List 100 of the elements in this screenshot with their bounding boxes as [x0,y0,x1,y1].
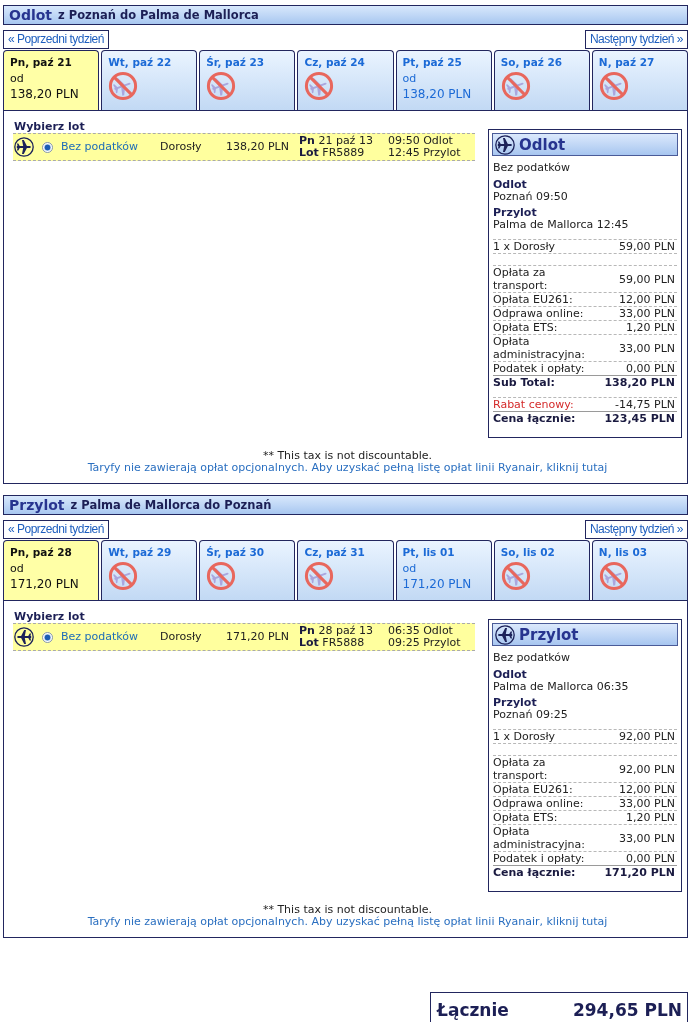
price-amount: 92,00 PLN [619,730,675,743]
price-amount: 0,00 PLN [626,362,675,375]
flight-date: Pn 21 paź 13 [299,135,374,147]
price-amount: 0,00 PLN [626,852,675,865]
plane-icon [14,627,34,647]
price-label: Opłata ETS: [493,321,559,334]
price-label: Cena łącznie: [493,866,577,879]
no-flights-icon [500,561,531,591]
route-title: z Palma de Mallorca do Poznań [70,497,272,514]
price-amount: 59,00 PLN [619,240,675,253]
no-flights-icon [304,561,335,591]
price-label: 1 x Dorosły [493,240,557,253]
date-tab[interactable]: Pn, paź 21 od 138,20 PLN [3,50,100,110]
passenger-type: Dorosły [160,141,203,153]
date-tab[interactable]: Wt, paź 29 [101,540,198,600]
fare-type: Bez podatków [493,162,572,174]
fare-type: Bez podatków [493,652,572,664]
price-label: Opłata administracyjna: [493,335,586,361]
no-flights-icon [304,71,335,101]
flight-number: Lot FR5889 [299,147,366,159]
arrival-time: 12:45 Przylot [388,147,462,159]
date-tab[interactable]: So, lis 02 [493,540,590,600]
no-flights-icon [598,561,629,591]
next-week-button[interactable]: Następny tydzień » [584,520,688,539]
price-amount: 33,00 PLN [619,831,675,845]
date-tab[interactable]: N, paź 27 [591,50,688,110]
fees-link[interactable]: Taryfy nie zawierają opłat opcjonalnych. Aby uzyskać pełną listę opłat linii Ryanair, kliknij tutaj [87,462,608,474]
no-flights-icon [108,561,139,591]
radio-button[interactable] [42,631,53,643]
price-label: Odprawa online: [493,797,585,810]
summary-title: Przylot [519,625,579,644]
date-tab[interactable]: Śr, paź 30 [199,540,296,600]
choose-flight-label: Wybierz lot [14,121,86,133]
price-amount: 123,45 PLN [604,412,675,425]
price-label: Opłata za transport: [493,266,549,292]
date-tab[interactable]: Cz, paź 24 [297,50,394,110]
total-label: Łącznie [437,1000,509,1020]
date-tab[interactable]: Cz, paź 31 [297,540,394,600]
date-tab[interactable]: Pn, paź 28 od 171,20 PLN [3,540,100,600]
price-amount: -14,75 PLN [615,398,675,411]
section-title: Odlot [9,6,53,24]
date-tab[interactable]: N, lis 03 [591,540,688,600]
date-tab[interactable]: Pt, paź 25 od 138,20 PLN [395,50,492,110]
route-title: z Poznań do Palma de Mallorca [58,7,259,24]
departure-heading: Odlot [493,179,528,191]
price-amount: 33,00 PLN [619,797,675,810]
price-amount: 138,20 PLN [604,376,675,389]
price-label: Podatek i opłaty: [493,362,586,375]
previous-week-button[interactable]: « Poprzedni tydzień [3,520,109,539]
price-amount: 92,00 PLN [619,762,675,776]
price-amount: 1,20 PLN [626,811,675,824]
flight-option-row[interactable]: Bez podatków Dorosły 138,20 PLN Pn 21 paź 13 Lot FR5889 09:50 Odlot 12:45 Przylot [13,133,475,161]
date-tab[interactable]: Pt, lis 01 od 171,20 PLN [395,540,492,600]
price-label: Sub Total: [493,376,556,389]
date-tab[interactable]: Śr, paź 23 [199,50,296,110]
section-title: Przylot [9,496,65,514]
price-amount: 33,00 PLN [619,341,675,355]
departure-info: Poznań 09:50 [493,191,569,203]
price-label: Podatek i opłaty: [493,852,586,865]
no-flights-icon [108,71,139,101]
tax-note: ** This tax is not discountable. [262,904,433,916]
price-label: Opłata administracyjna: [493,825,586,851]
date-tab[interactable]: So, paź 26 [493,50,590,110]
fees-link[interactable]: Taryfy nie zawierają opłat opcjonalnych. Aby uzyskać pełną listę opłat linii Ryanair, kliknij tutaj [87,916,608,928]
price-label: Rabat cenowy: [493,398,575,411]
tax-note: ** This tax is not discountable. [262,450,433,462]
fare-type-link[interactable]: Bez podatków [61,631,152,643]
plane-icon [495,624,515,645]
price-label: 1 x Dorosły [493,730,557,743]
date-tab[interactable]: Wt, paź 22 [101,50,198,110]
price-label: Cena łącznie: [493,412,577,425]
arrival-heading: Przylot [493,697,538,709]
price-amount: 171,20 PLN [604,866,675,879]
arrival-heading: Przylot [493,207,538,219]
flight-number: Lot FR5888 [299,637,366,649]
price-amount: 33,00 PLN [619,307,675,320]
price-label: Opłata ETS: [493,811,559,824]
price-amount: 1,20 PLN [626,321,675,334]
fare-type-link[interactable]: Bez podatków [61,141,152,153]
total-amount: 294,65 PLN [572,1000,682,1020]
next-week-button[interactable]: Następny tydzień » [584,30,688,49]
no-flights-icon [206,561,237,591]
departure-heading: Odlot [493,669,528,681]
choose-flight-label: Wybierz lot [14,611,86,623]
price-amount: 12,00 PLN [619,783,675,796]
plane-icon [495,134,515,155]
price-amount: 12,00 PLN [619,293,675,306]
arrival-info: Palma de Mallorca 12:45 [493,219,630,231]
flight-date: Pn 28 paź 13 [299,625,374,637]
passenger-type: Dorosły [160,631,203,643]
flight-price: 138,20 PLN [226,141,290,153]
plane-icon [14,137,34,157]
previous-week-button[interactable]: « Poprzedni tydzień [3,30,109,49]
price-label: Opłata za transport: [493,756,549,782]
flight-price: 171,20 PLN [226,631,290,643]
price-label: Opłata EU261: [493,293,574,306]
radio-button[interactable] [42,141,53,153]
flight-option-row[interactable]: Bez podatków Dorosły 171,20 PLN Pn 28 paź 13 Lot FR5888 06:35 Odlot 09:25 Przylot [13,623,475,651]
arrival-time: 09:25 Przylot [388,637,462,649]
no-flights-icon [598,71,629,101]
